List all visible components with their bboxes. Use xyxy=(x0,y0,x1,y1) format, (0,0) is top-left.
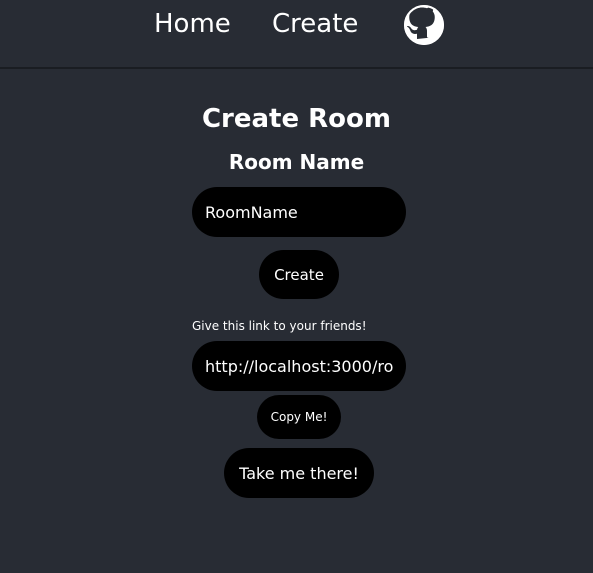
share-link-field[interactable] xyxy=(192,341,406,391)
take-me-there-button[interactable]: Take me there! xyxy=(224,448,374,498)
create-button[interactable]: Create xyxy=(259,250,339,299)
room-name-heading: Room Name xyxy=(228,150,365,174)
share-hint-text: Give this link to your friends! xyxy=(192,319,367,333)
room-name-input[interactable] xyxy=(192,187,406,237)
github-icon[interactable] xyxy=(404,5,444,45)
page-title: Create Room xyxy=(201,104,392,134)
nav-home-link[interactable]: Home xyxy=(154,7,231,41)
nav-create-link[interactable]: Create xyxy=(272,7,358,41)
copy-button[interactable]: Copy Me! xyxy=(257,395,341,439)
top-navbar: Home Create xyxy=(0,0,593,69)
